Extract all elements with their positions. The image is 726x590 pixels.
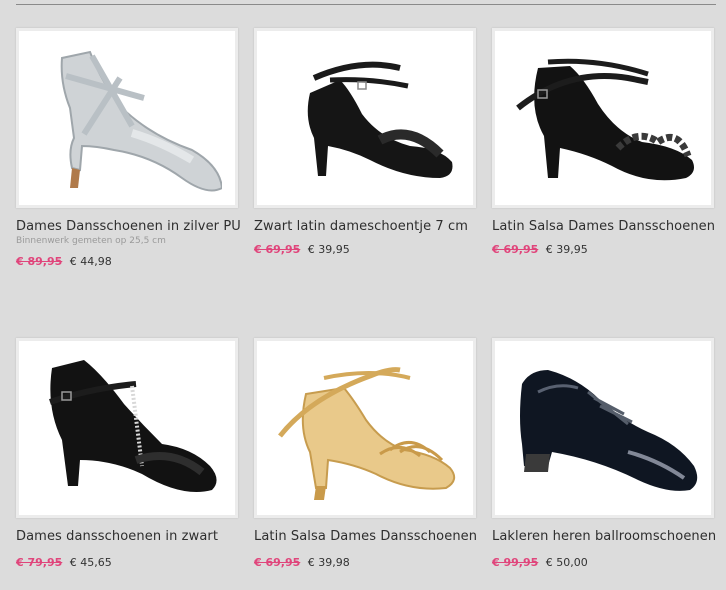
product-price: € 79,95 € 45,65 <box>16 556 238 569</box>
product-title[interactable]: Lakleren heren ballroomschoenen <box>492 529 716 544</box>
product-image[interactable] <box>254 338 476 518</box>
top-divider <box>16 4 716 5</box>
product-image[interactable] <box>492 338 714 518</box>
old-price: € 69,95 <box>492 243 539 256</box>
current-price: € 45,65 <box>69 556 112 569</box>
product-image[interactable] <box>16 338 238 518</box>
current-price: € 39,95 <box>307 243 350 256</box>
black-latin-sandal-icon <box>307 61 453 178</box>
old-price: € 89,95 <box>16 255 63 268</box>
product-price: € 99,95 € 50,00 <box>492 556 714 569</box>
product-title[interactable]: Zwart latin dameschoentje 7 cm <box>254 219 476 234</box>
product-title[interactable]: Dames dansschoenen in zwart <box>16 529 238 544</box>
old-price: € 99,95 <box>492 556 539 569</box>
current-price: € 44,98 <box>69 255 112 268</box>
product-price: € 69,95 € 39,95 <box>492 243 714 256</box>
old-price: € 69,95 <box>254 243 301 256</box>
product-price: € 89,95 € 44,98 <box>16 255 238 268</box>
black-braided-sandal-icon <box>516 58 694 181</box>
product-card[interactable]: Latin Salsa Dames Dansschoenen € 69,95 €… <box>254 338 477 569</box>
black-t-strap-shoe-icon <box>49 360 217 492</box>
product-title[interactable]: Dames Dansschoenen in zilver PU <box>16 219 241 234</box>
patent-mens-ballroom-shoe-icon <box>520 370 698 491</box>
product-card[interactable]: Lakleren heren ballroomschoenen € 99,95 … <box>492 338 716 569</box>
old-price: € 69,95 <box>254 556 301 569</box>
product-title[interactable]: Latin Salsa Dames Dansschoenen <box>254 529 477 544</box>
product-price: € 69,95 € 39,98 <box>254 556 476 569</box>
product-image[interactable] <box>254 28 476 208</box>
product-card[interactable]: Zwart latin dameschoentje 7 cm € 69,95 €… <box>254 28 476 256</box>
old-price: € 79,95 <box>16 556 63 569</box>
product-note: Binnenwerk gemeten op 25,5 cm <box>16 236 166 246</box>
product-image[interactable] <box>16 28 238 208</box>
product-card[interactable]: Dames Dansschoenen in zilver PU Binnenwe… <box>16 28 241 268</box>
silver-dance-shoe-icon <box>60 50 222 192</box>
product-price: € 69,95 € 39,95 <box>254 243 476 256</box>
gold-latin-sandal-icon <box>278 367 456 500</box>
product-card[interactable]: Dames dansschoenen in zwart € 79,95 € 45… <box>16 338 238 569</box>
current-price: € 39,95 <box>545 243 588 256</box>
current-price: € 50,00 <box>545 556 588 569</box>
product-image[interactable] <box>492 28 714 208</box>
current-price: € 39,98 <box>307 556 350 569</box>
product-card[interactable]: Latin Salsa Dames Dansschoenen € 69,95 €… <box>492 28 715 256</box>
product-title[interactable]: Latin Salsa Dames Dansschoenen <box>492 219 715 234</box>
